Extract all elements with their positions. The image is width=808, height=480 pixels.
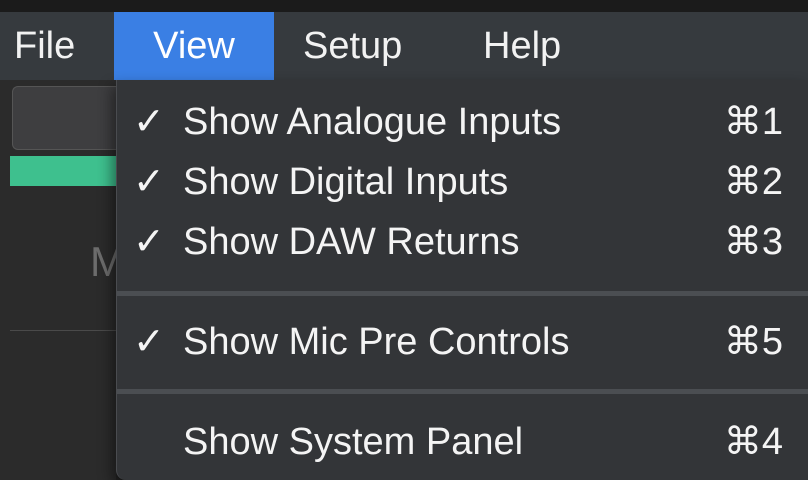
menu-help[interactable]: Help	[483, 12, 561, 80]
keyboard-shortcut: ⌘1	[723, 101, 783, 143]
menu-item-show-analogue-inputs[interactable]: ✓ Show Analogue Inputs ⌘1	[117, 92, 808, 152]
menu-separator	[117, 291, 808, 296]
menu-item-show-digital-inputs[interactable]: ✓ Show Digital Inputs ⌘2	[117, 152, 808, 212]
checkmark-icon: ✓	[133, 161, 165, 203]
menu-setup[interactable]: Setup	[303, 12, 402, 80]
keyboard-shortcut: ⌘5	[723, 321, 783, 363]
menu-item-label: Show Analogue Inputs	[183, 101, 562, 143]
menu-bar: File View Setup Help	[0, 12, 808, 80]
menu-item-show-daw-returns[interactable]: ✓ Show DAW Returns ⌘3	[117, 212, 808, 272]
background-level-meter	[10, 156, 116, 186]
view-menu-dropdown: ✓ Show Analogue Inputs ⌘1 ✓ Show Digital…	[116, 80, 808, 480]
menu-item-label: Show DAW Returns	[183, 221, 520, 263]
menu-item-label: Show Digital Inputs	[183, 161, 509, 203]
keyboard-shortcut: ⌘3	[723, 221, 783, 263]
window-top-strip	[0, 0, 808, 12]
menu-item-show-system-panel[interactable]: Show System Panel ⌘4	[117, 412, 808, 472]
menu-file[interactable]: File	[14, 12, 75, 80]
keyboard-shortcut: ⌘4	[723, 421, 783, 463]
background-divider	[10, 330, 116, 331]
menu-item-label: Show Mic Pre Controls	[183, 321, 570, 363]
checkmark-icon: ✓	[133, 221, 165, 263]
menu-separator	[117, 389, 808, 394]
menu-item-label: Show System Panel	[183, 421, 524, 463]
menu-view[interactable]: View	[114, 12, 274, 80]
checkmark-icon: ✓	[133, 101, 165, 143]
menu-item-show-mic-pre-controls[interactable]: ✓ Show Mic Pre Controls ⌘5	[117, 312, 808, 372]
checkmark-icon: ✓	[133, 321, 165, 363]
background-button[interactable]	[12, 86, 116, 150]
keyboard-shortcut: ⌘2	[723, 161, 783, 203]
